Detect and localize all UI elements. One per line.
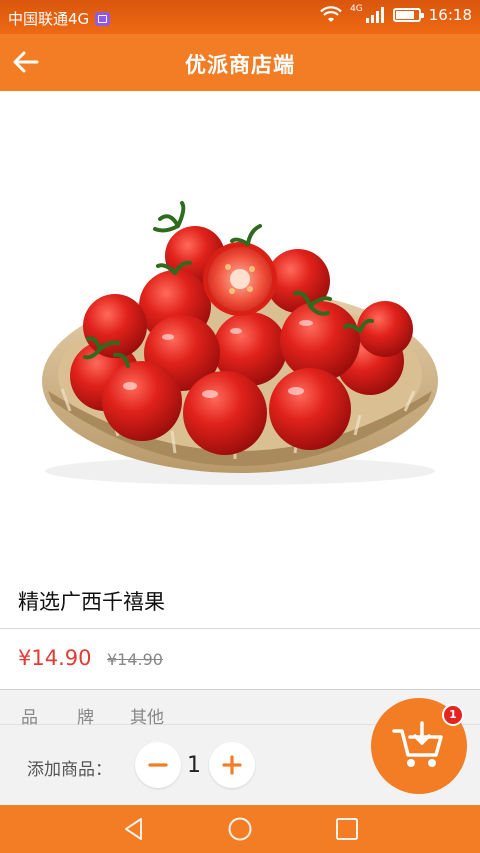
back-triangle-icon[interactable] xyxy=(121,816,147,842)
app-bar: 优派商店端 xyxy=(0,34,480,91)
current-price: ¥14.90 xyxy=(18,646,92,670)
status-bar: 中国联通4G 4G 16:18 xyxy=(0,0,480,34)
decrease-button[interactable] xyxy=(135,742,181,788)
tomato-basket-illustration xyxy=(42,201,438,485)
product-name: 精选广西千禧果 xyxy=(18,590,165,614)
carrier-label: 中国联通4G xyxy=(8,10,90,28)
clock: 16:18 xyxy=(428,6,472,24)
product-name-row: 精选广西千禧果 xyxy=(0,569,480,629)
carrier-info: 中国联通4G xyxy=(8,8,111,29)
battery-icon xyxy=(392,8,424,22)
price-row: ¥14.90 ¥14.90 xyxy=(0,629,480,690)
recent-apps-icon[interactable] xyxy=(334,816,360,842)
system-nav-bar xyxy=(0,805,480,853)
product-image[interactable] xyxy=(0,91,480,569)
plus-icon xyxy=(222,755,242,775)
signal-icon xyxy=(365,7,384,23)
home-circle-icon[interactable] xyxy=(227,816,253,842)
cart-count-badge: 1 xyxy=(442,704,464,726)
minus-icon xyxy=(148,763,168,767)
wifi-icon xyxy=(320,6,342,22)
gallery-icon xyxy=(95,11,111,26)
cart-download-icon xyxy=(392,721,443,767)
page-title: 优派商店端 xyxy=(185,53,295,77)
original-price: ¥14.90 xyxy=(107,650,163,669)
quantity-value: 1 xyxy=(187,753,201,778)
status-icons: 4G 16:18 xyxy=(320,4,472,24)
network-type: 4G xyxy=(350,4,363,14)
add-product-label: 添加商品： xyxy=(27,760,112,780)
increase-button[interactable] xyxy=(209,742,255,788)
